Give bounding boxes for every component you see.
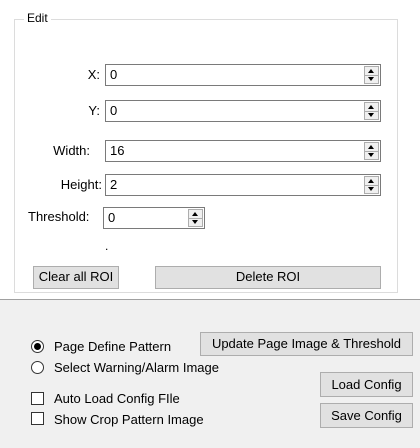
separator-dot: . <box>105 239 109 253</box>
spin-down-button[interactable] <box>189 218 202 226</box>
height-spin-buttons[interactable] <box>364 176 379 194</box>
spin-down-button[interactable] <box>365 185 378 193</box>
show-crop-pattern-label: Show Crop Pattern Image <box>54 412 204 427</box>
load-config-button[interactable]: Load Config <box>320 372 413 397</box>
height-value: 2 <box>110 177 118 192</box>
arrow-up-icon <box>368 179 374 183</box>
x-spinbox[interactable]: 0 <box>105 64 381 86</box>
edit-group-title: Edit <box>24 10 51 26</box>
spin-down-button[interactable] <box>365 151 378 159</box>
radio-select-warning-alarm-image[interactable] <box>31 361 44 374</box>
threshold-value: 0 <box>108 210 116 225</box>
arrow-down-icon <box>368 77 374 81</box>
x-value: 0 <box>110 67 118 82</box>
y-value: 0 <box>110 103 118 118</box>
radio-page-define-pattern[interactable] <box>31 340 44 353</box>
radio-selected-dot <box>34 343 41 350</box>
arrow-down-icon <box>368 113 374 117</box>
threshold-label: Threshold: <box>28 209 90 224</box>
save-config-button[interactable]: Save Config <box>320 403 413 428</box>
threshold-spinbox[interactable]: 0 <box>103 207 205 229</box>
arrow-down-icon <box>192 220 198 224</box>
width-value: 16 <box>110 143 125 158</box>
width-label: Width: <box>53 143 90 158</box>
page-define-pattern-label: Page Define Pattern <box>54 339 172 354</box>
show-crop-pattern-checkbox[interactable] <box>31 412 44 425</box>
y-spinbox[interactable]: 0 <box>105 100 381 122</box>
arrow-down-icon <box>368 187 374 191</box>
arrow-up-icon <box>192 212 198 216</box>
update-page-image-threshold-button[interactable]: Update Page Image & Threshold <box>200 332 413 356</box>
y-label: Y: <box>88 103 100 118</box>
x-label: X: <box>87 67 100 82</box>
arrow-down-icon <box>368 153 374 157</box>
width-spin-buttons[interactable] <box>364 142 379 160</box>
auto-load-config-checkbox[interactable] <box>31 392 44 405</box>
arrow-up-icon <box>368 69 374 73</box>
auto-load-config-label: Auto Load Config FIle <box>54 391 180 406</box>
width-spinbox[interactable]: 16 <box>105 140 381 162</box>
spin-down-button[interactable] <box>365 111 378 119</box>
arrow-up-icon <box>368 145 374 149</box>
y-spin-buttons[interactable] <box>364 102 379 120</box>
select-warning-alarm-image-label: Select Warning/Alarm Image <box>54 360 219 375</box>
height-spinbox[interactable]: 2 <box>105 174 381 196</box>
threshold-spin-buttons[interactable] <box>188 209 203 227</box>
clear-all-roi-button[interactable]: Clear all ROI <box>33 266 119 289</box>
height-label: Height: <box>60 177 102 192</box>
x-spin-buttons[interactable] <box>364 66 379 84</box>
delete-roi-button[interactable]: Delete ROI <box>155 266 381 289</box>
spin-down-button[interactable] <box>365 75 378 83</box>
arrow-up-icon <box>368 105 374 109</box>
